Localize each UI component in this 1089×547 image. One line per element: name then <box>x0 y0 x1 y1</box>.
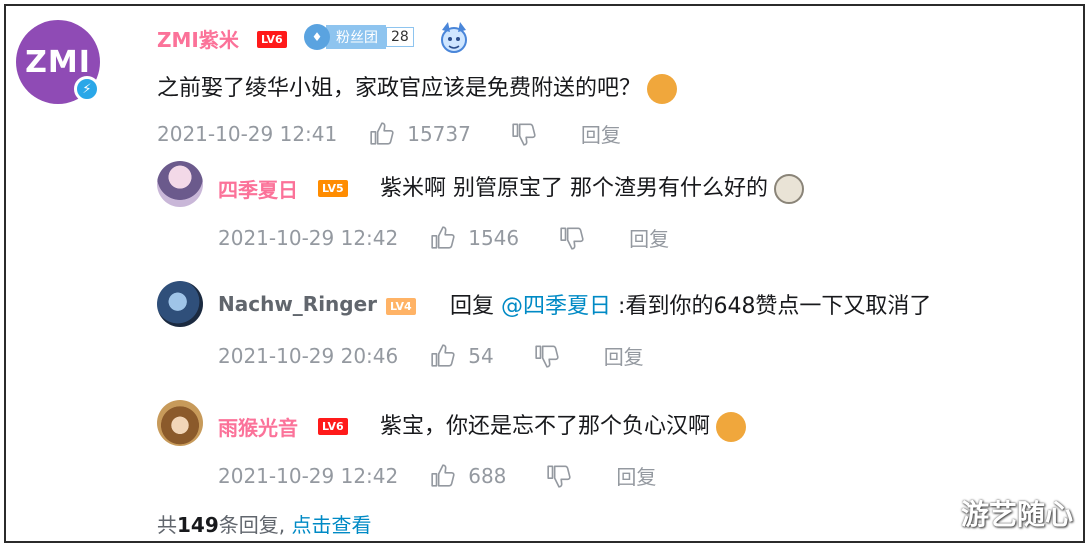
more-replies: 共149条回复, 点击查看 <box>157 509 371 538</box>
reply-username[interactable]: Nachw_Ringer <box>218 292 377 316</box>
fan-badge[interactable]: ♦ 粉丝团 28 <box>304 24 414 50</box>
avatar[interactable]: ZMI ⚡ <box>16 20 100 104</box>
comment-meta: 2021-10-29 12:41 15737 回复 <box>157 119 621 148</box>
like-count: 688 <box>468 463 507 488</box>
reply-prefix: 回复 <box>450 294 495 319</box>
reply-text-content: 紫米啊 别管原宝了 那个渣男有什么好的 <box>380 176 768 201</box>
fan-badge-name: 粉丝团 <box>326 25 386 49</box>
dog-emoji-icon <box>774 174 804 204</box>
reply-meta: 2021-10-29 12:42 1546 回复 <box>218 223 669 252</box>
avatar-logo: ZMI <box>25 44 91 80</box>
level-badge: LV5 <box>318 180 348 197</box>
reply-avatar[interactable] <box>157 400 203 446</box>
dog-emoji-icon <box>716 412 747 442</box>
timestamp: 2021-10-29 20:46 <box>218 343 399 368</box>
like-button[interactable]: 15737 <box>369 121 471 147</box>
thumbs-up-icon <box>431 463 455 487</box>
like-count: 15737 <box>407 121 471 146</box>
dislike-button[interactable] <box>546 463 572 489</box>
level-badge: LV6 <box>318 418 348 435</box>
more-replies-prefix: 共 <box>157 513 177 537</box>
reply-meta: 2021-10-29 20:46 54 回复 <box>218 341 644 370</box>
like-button[interactable]: 1546 <box>430 225 519 251</box>
reply-button[interactable]: 回复 <box>616 461 656 490</box>
timestamp: 2021-10-29 12:42 <box>218 225 399 250</box>
more-replies-suffix: 条回复, <box>218 513 286 537</box>
thumbs-up-icon <box>431 225 455 249</box>
thumbs-down-icon <box>512 122 536 146</box>
reply-meta: 2021-10-29 12:42 688 回复 <box>218 461 656 490</box>
comment-text-content: 之前娶了绫华小姐，家政官应该是免费附送的吧？ <box>157 76 642 101</box>
dislike-button[interactable] <box>511 121 537 147</box>
reply-count: 149 <box>177 513 219 537</box>
comment-text: 之前娶了绫华小姐，家政官应该是免费附送的吧？ <box>157 70 678 104</box>
mention-link[interactable]: @四季夏日 <box>501 294 611 319</box>
reply-avatar[interactable] <box>157 161 203 207</box>
fan-badge-level: 28 <box>386 27 414 47</box>
watermark: 游艺随心 <box>960 498 1073 531</box>
like-button[interactable]: 54 <box>430 343 494 369</box>
username[interactable]: ZMI紫米 <box>157 24 239 53</box>
like-button[interactable]: 688 <box>430 463 506 489</box>
reply-button[interactable]: 回复 <box>629 223 669 252</box>
thumbs-down-icon <box>535 344 559 368</box>
reply-text: 回复 @四季夏日 :看到你的648赞点一下又取消了 <box>450 288 931 320</box>
reply-text: 紫米啊 别管原宝了 那个渣男有什么好的 <box>380 170 804 204</box>
dislike-button[interactable] <box>559 225 585 251</box>
reply-username[interactable]: 四季夏日 <box>218 174 298 203</box>
timestamp: 2021-10-29 12:41 <box>157 121 338 146</box>
fan-badge-icon: ♦ <box>304 24 330 50</box>
reply-text-content: 紫宝，你还是忘不了那个负心汉啊 <box>380 414 711 439</box>
level-badge: LV6 <box>257 31 287 48</box>
reply-button[interactable]: 回复 <box>604 341 644 370</box>
like-count: 1546 <box>468 225 520 250</box>
reply-text: 紫宝，你还是忘不了那个负心汉啊 <box>380 408 747 442</box>
reply-button[interactable]: 回复 <box>581 119 621 148</box>
like-count: 54 <box>468 343 494 368</box>
mascot-icon <box>441 22 467 53</box>
timestamp: 2021-10-29 12:42 <box>218 463 399 488</box>
level-badge: LV4 <box>386 298 416 315</box>
thumbs-down-icon <box>560 226 584 250</box>
thumbs-up-icon <box>370 121 394 145</box>
thumbs-up-icon <box>431 343 455 367</box>
reply-username[interactable]: 雨猴光音 <box>218 412 298 441</box>
cat-emoji-icon <box>647 74 678 104</box>
verified-icon: ⚡ <box>74 76 100 102</box>
thumbs-down-icon <box>547 464 572 488</box>
view-more-link[interactable]: 点击查看 <box>291 513 371 537</box>
reply-text-content: :看到你的648赞点一下又取消了 <box>618 294 932 319</box>
dislike-button[interactable] <box>534 343 560 369</box>
reply-avatar[interactable] <box>157 281 203 327</box>
